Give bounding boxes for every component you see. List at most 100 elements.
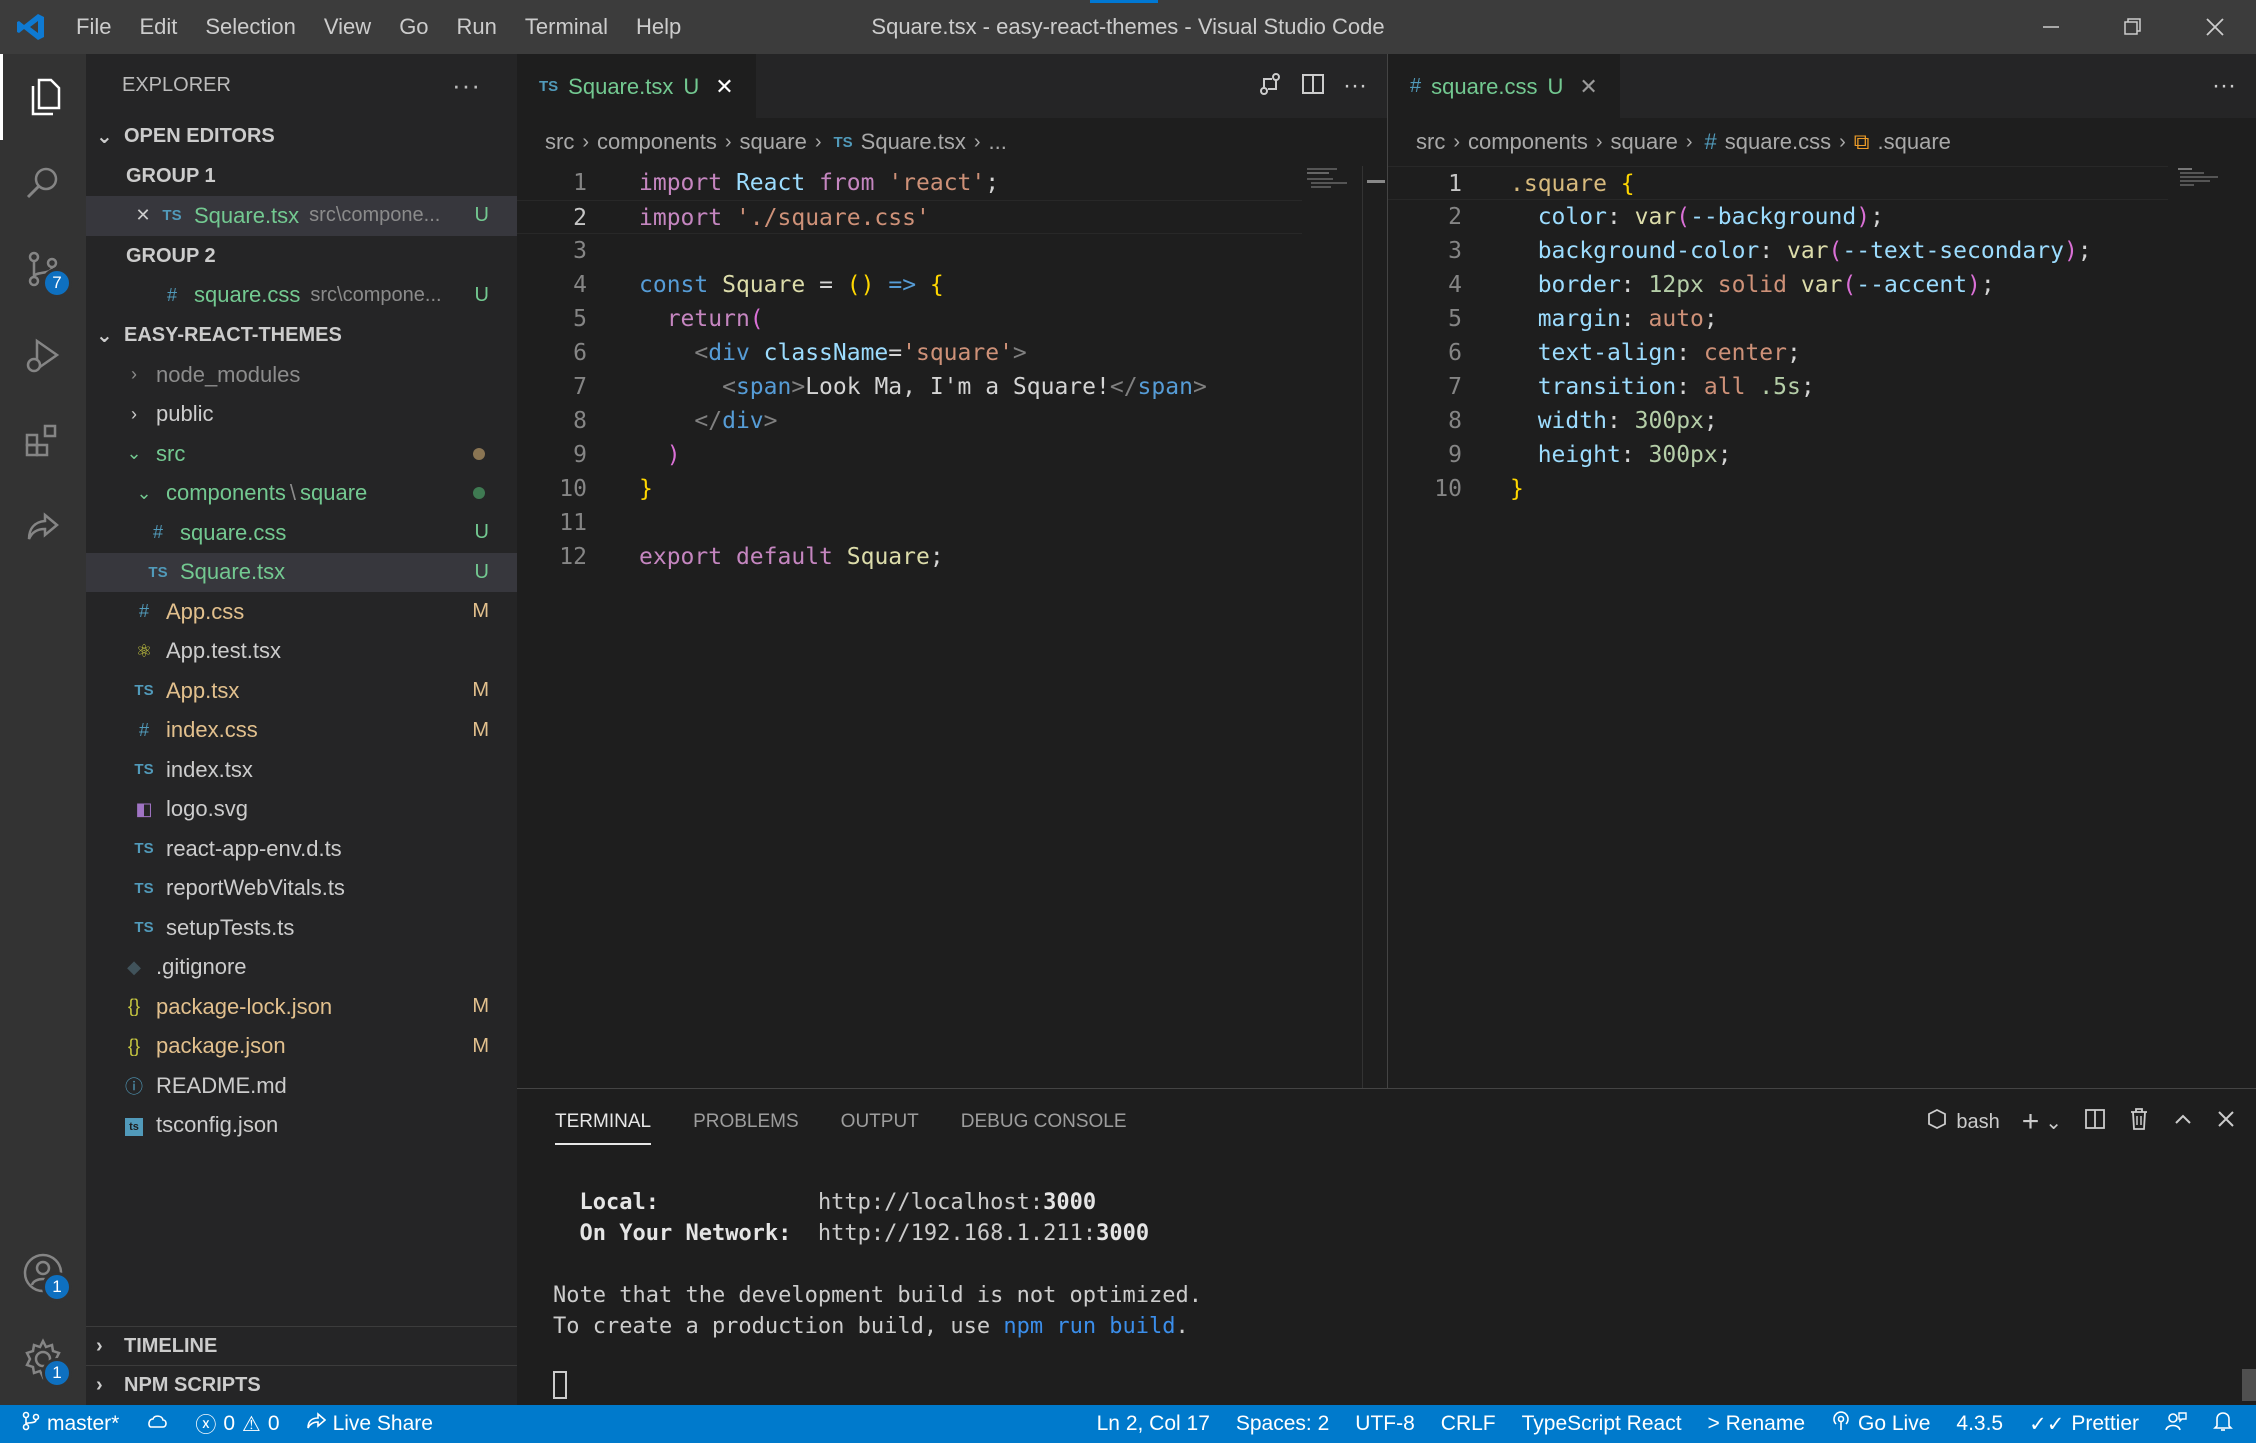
menu-file[interactable]: File	[62, 0, 125, 54]
tree-item-react-app-env[interactable]: TS react-app-env.d.ts	[86, 829, 517, 869]
tree-item-public[interactable]: › public	[86, 395, 517, 435]
close-window-button[interactable]	[2174, 0, 2256, 54]
breadcrumb-item[interactable]: Square.tsx	[861, 129, 966, 155]
breadcrumb-item[interactable]: src	[545, 129, 574, 155]
trash-icon[interactable]	[2128, 1107, 2150, 1137]
tab-square-tsx[interactable]: TS Square.tsx U ✕	[517, 54, 756, 118]
close-icon[interactable]: ✕	[132, 205, 154, 226]
tree-item-package-json[interactable]: {} package.json M	[86, 1027, 517, 1067]
extensions-icon[interactable]	[0, 398, 86, 484]
tab-problems[interactable]: PROBLEMS	[693, 1111, 799, 1133]
breadcrumb-item[interactable]: ...	[989, 129, 1007, 155]
timeline-section[interactable]: › TIMELINE	[86, 1326, 517, 1366]
breadcrumb-item[interactable]: square	[1611, 129, 1678, 155]
chevron-down-icon[interactable]: ⌄	[2045, 1110, 2062, 1135]
go-live-button[interactable]: Go Live	[1818, 1411, 1943, 1437]
close-tab-icon[interactable]: ✕	[1579, 74, 1597, 100]
more-actions-icon[interactable]: ···	[2212, 72, 2236, 100]
end-of-line[interactable]: CRLF	[1428, 1412, 1509, 1436]
breadcrumb-item[interactable]: src	[1416, 129, 1445, 155]
tree-item-index-tsx[interactable]: TS index.tsx	[86, 750, 517, 790]
typescript-version[interactable]: 4.3.5	[1943, 1412, 2016, 1436]
tree-item-app-tsx[interactable]: TS App.tsx M	[86, 671, 517, 711]
code-editor[interactable]: 1 import React from 'react'; 2 import './s…	[517, 166, 1387, 574]
prettier-status[interactable]: ✓✓ Prettier	[2016, 1412, 2152, 1437]
branch-status[interactable]: master*	[0, 1411, 132, 1437]
breadcrumb-item[interactable]: components	[1468, 129, 1588, 155]
close-panel-icon[interactable]	[2216, 1109, 2236, 1135]
tab-terminal[interactable]: TERMINAL	[555, 1111, 652, 1145]
explorer-icon[interactable]	[0, 54, 86, 140]
code-editor[interactable]: 1 .square { 2 color: var(--background); 3…	[1388, 166, 2256, 506]
minimize-button[interactable]	[2010, 0, 2092, 54]
minimap[interactable]	[2178, 166, 2234, 206]
menu-edit[interactable]: Edit	[125, 0, 191, 54]
tab-debug-console[interactable]: DEBUG CONSOLE	[961, 1111, 1127, 1133]
tree-item-setup-tests[interactable]: TS setupTests.ts	[86, 908, 517, 948]
language-mode[interactable]: TypeScript React	[1509, 1412, 1695, 1436]
line-number: 1	[1448, 171, 1462, 197]
tree-item-logo-svg[interactable]: ◧ logo.svg	[86, 790, 517, 830]
problems-status[interactable]: ⓧ 0 ⚠ 0	[182, 1409, 292, 1439]
open-editor-square-tsx[interactable]: ✕ TS Square.tsx src\compone... U	[86, 196, 517, 236]
tab-output[interactable]: OUTPUT	[841, 1111, 919, 1133]
menu-go[interactable]: Go	[385, 0, 442, 54]
run-debug-icon[interactable]	[0, 312, 86, 398]
breadcrumb-item[interactable]: components	[597, 129, 717, 155]
tree-item-square-css[interactable]: # square.css U	[86, 513, 517, 553]
tree-item-app-css[interactable]: # App.css M	[86, 592, 517, 632]
terminal-output[interactable]: Local: http://localhost:3000 On Your Net…	[553, 1187, 1202, 1342]
accounts-badge: 1	[42, 1272, 72, 1302]
cursor-position[interactable]: Ln 2, Col 17	[1084, 1412, 1223, 1436]
source-control-icon[interactable]: 7	[0, 226, 86, 312]
breadcrumb-item[interactable]: .square	[1878, 129, 1951, 155]
tree-item-gitignore[interactable]: ◆ .gitignore	[86, 948, 517, 988]
tree-item-square-tsx[interactable]: TS Square.tsx U	[86, 552, 517, 592]
notifications-button[interactable]	[2200, 1410, 2246, 1438]
maximize-panel-icon[interactable]	[2172, 1108, 2194, 1136]
tree-item-package-lock[interactable]: {} package-lock.json M	[86, 987, 517, 1027]
chevron-right-icon: ›	[724, 130, 732, 153]
more-actions-icon[interactable]: ···	[1343, 72, 1367, 100]
more-actions-icon[interactable]: ···	[452, 70, 481, 101]
menu-terminal[interactable]: Terminal	[511, 0, 622, 54]
indentation[interactable]: Spaces: 2	[1223, 1412, 1342, 1436]
menu-help[interactable]: Help	[622, 0, 695, 54]
minimap[interactable]	[1307, 166, 1363, 206]
tree-item-readme[interactable]: ⓘ README.md	[86, 1066, 517, 1106]
settings-gear-icon[interactable]: 1	[0, 1316, 86, 1402]
breadcrumb-item[interactable]: square	[740, 129, 807, 155]
accounts-icon[interactable]: 1	[0, 1230, 86, 1316]
restore-button[interactable]	[2092, 0, 2174, 54]
terminal-scrollbar[interactable]	[2242, 1369, 2256, 1401]
terminal-shell-name[interactable]: bash	[1956, 1111, 1999, 1134]
rename-status[interactable]: > Rename	[1695, 1412, 1818, 1436]
tree-item-tsconfig[interactable]: ts tsconfig.json	[86, 1106, 517, 1146]
tree-item-app-test-tsx[interactable]: ⚛ App.test.tsx	[86, 632, 517, 672]
split-terminal-icon[interactable]	[2084, 1108, 2106, 1136]
tree-item-report-web-vitals[interactable]: TS reportWebVitals.ts	[86, 869, 517, 909]
live-share-status[interactable]: Live Share	[293, 1412, 446, 1436]
open-changes-icon[interactable]	[1257, 71, 1283, 102]
npm-scripts-section[interactable]: › NPM SCRIPTS	[86, 1365, 517, 1405]
tree-item-node-modules[interactable]: › node_modules	[86, 355, 517, 395]
live-share-icon[interactable]	[0, 484, 86, 570]
tree-item-index-css[interactable]: # index.css M	[86, 711, 517, 751]
menu-selection[interactable]: Selection	[191, 0, 310, 54]
tree-item-components-square[interactable]: ⌄ components \ square	[86, 474, 517, 514]
open-editor-square-css[interactable]: # square.css src\compone... U	[86, 276, 517, 316]
project-header[interactable]: ⌄ EASY-REACT-THEMES	[86, 315, 517, 355]
close-tab-icon[interactable]: ✕	[715, 74, 733, 100]
open-editors-header[interactable]: ⌄ OPEN EDITORS	[86, 116, 517, 156]
sync-button[interactable]	[132, 1412, 182, 1436]
tree-item-src[interactable]: ⌄ src	[86, 434, 517, 474]
menu-run[interactable]: Run	[443, 0, 511, 54]
encoding[interactable]: UTF-8	[1342, 1412, 1428, 1436]
feedback-button[interactable]	[2152, 1411, 2200, 1437]
split-editor-icon[interactable]	[1301, 72, 1325, 101]
breadcrumb-item[interactable]: square.css	[1725, 129, 1831, 155]
menu-view[interactable]: View	[310, 0, 385, 54]
search-icon[interactable]	[0, 140, 86, 226]
tab-square-css[interactable]: # square.css U ✕	[1388, 54, 1620, 118]
new-terminal-icon[interactable]: +	[2022, 1105, 2040, 1139]
